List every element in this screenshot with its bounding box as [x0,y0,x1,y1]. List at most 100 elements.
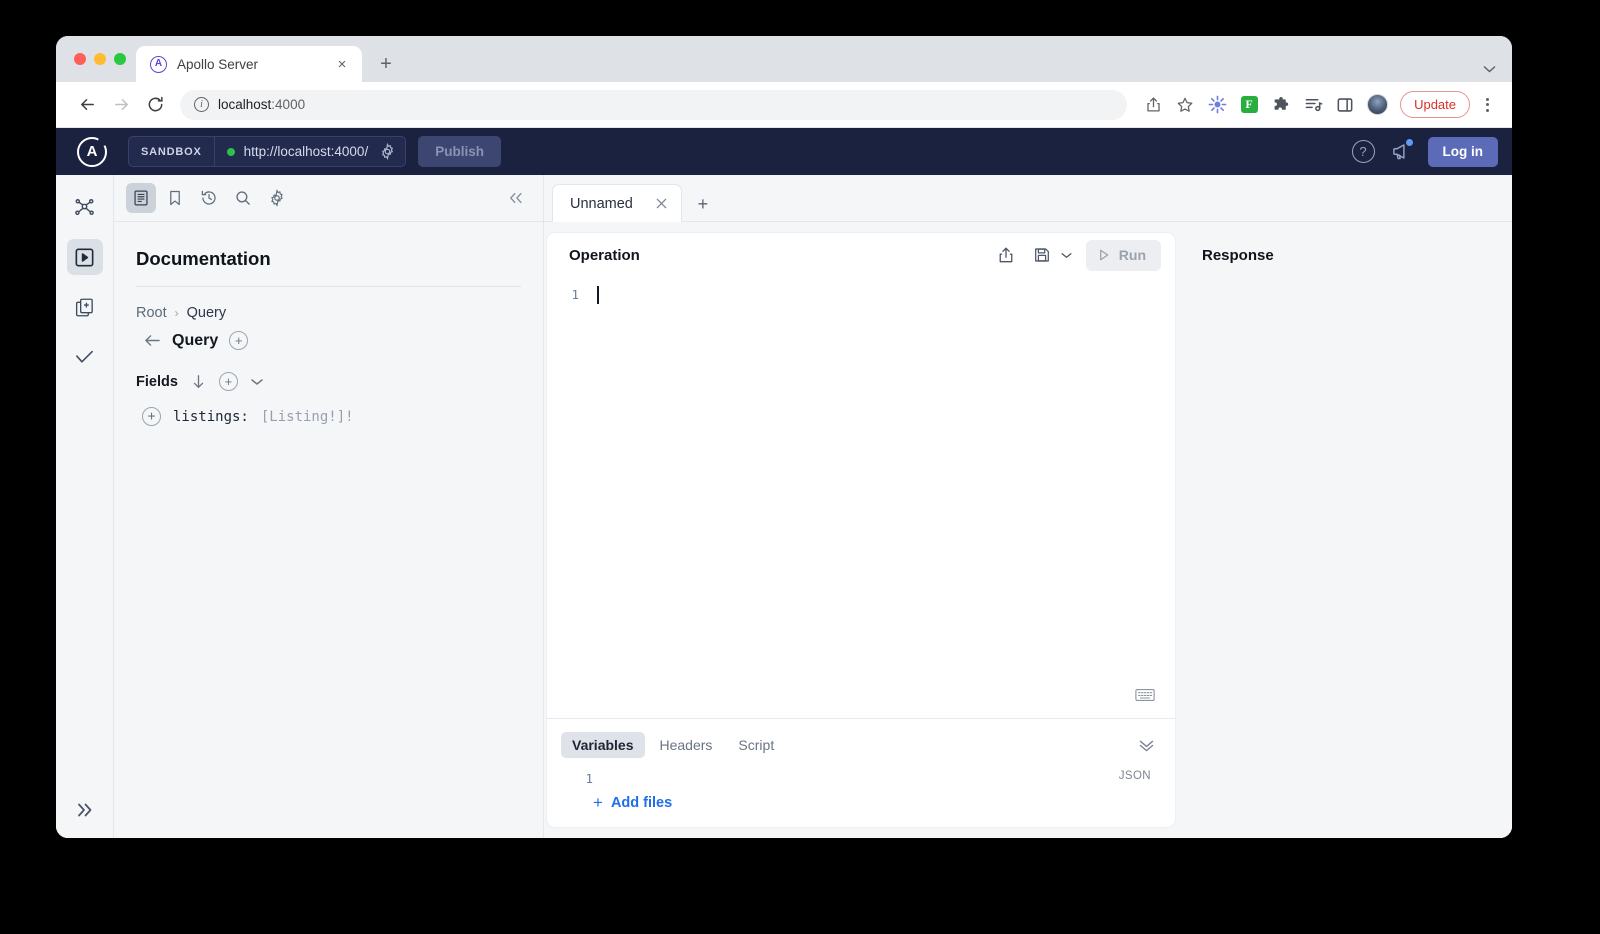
close-tab-icon[interactable]: × [332,54,352,74]
reload-icon[interactable] [140,90,170,120]
publish-button[interactable]: Publish [418,136,501,167]
type-header-row: Query + [144,331,521,350]
variables-format-label: JSON [1118,770,1151,782]
window-traffic-lights [68,36,136,82]
share-icon[interactable] [1139,91,1167,119]
documentation-toolbar [114,175,543,222]
login-button[interactable]: Log in [1427,136,1498,167]
address-bar-url: localhost:4000 [218,97,305,112]
run-button[interactable]: Run [1085,239,1161,271]
operation-actions: Run [991,239,1161,271]
chevron-down-icon[interactable] [251,378,263,386]
profile-avatar[interactable] [1363,91,1391,119]
fields-header-row: Fields + [136,372,521,391]
tab-variables[interactable]: Variables [561,732,645,758]
endpoint-url-field[interactable]: http://localhost:4000/ [215,137,406,166]
notification-badge [1404,138,1414,147]
minimize-window-button[interactable] [94,53,106,65]
browser-menu-icon[interactable] [1476,97,1498,112]
left-nav-rail [56,175,114,838]
back-arrow-icon[interactable] [72,90,102,120]
close-window-button[interactable] [74,53,86,65]
keyboard-shortcuts-icon[interactable] [1135,688,1155,702]
operation-tab-bar: Unnamed + [544,175,1512,222]
puzzle-extension-icon[interactable] [1267,91,1295,119]
explorer-icon[interactable] [66,239,103,275]
schema-graph-icon[interactable] [67,189,103,225]
response-title: Response [1202,247,1274,264]
add-files-button[interactable]: + Add files [593,794,1161,811]
apollo-logo-icon[interactable]: A [56,136,128,167]
f-extension-icon[interactable]: F [1235,91,1263,119]
breadcrumb-separator: › [174,306,179,320]
line-number: 1 [571,287,579,302]
operation-code-editor[interactable]: 1 [547,277,1175,718]
browser-tab[interactable]: A Apollo Server × [136,46,362,82]
breadcrumb-current: Query [186,305,227,321]
toolbar-icons: F Update [1139,91,1498,119]
collapse-docs-panel-icon[interactable] [507,191,525,205]
tab-unnamed[interactable]: Unnamed [552,184,682,222]
forward-arrow-icon [106,90,136,120]
side-panel-icon[interactable] [1331,91,1359,119]
add-all-fields-icon[interactable]: + [218,372,238,391]
endpoint-url-text: http://localhost:4000/ [243,144,369,159]
share-operation-icon[interactable] [991,240,1021,270]
endpoint-settings-gear-icon[interactable] [379,143,396,160]
collapse-variables-icon[interactable] [1138,739,1161,752]
sort-fields-icon[interactable] [191,374,206,390]
close-operation-tab-icon[interactable] [655,197,668,210]
list-item[interactable]: + listings: [Listing!]! [142,407,521,426]
grapes-extension-icon[interactable] [1203,91,1231,119]
documentation-icon[interactable] [126,183,156,213]
tab-script[interactable]: Script [727,732,785,758]
apollo-favicon-icon: A [150,55,167,73]
variables-line-number: 1 [585,771,593,786]
new-tab-button[interactable]: + [371,49,401,79]
response-panel: Response [1176,232,1512,838]
update-button[interactable]: Update [1400,91,1470,118]
sandbox-body: Documentation Root › Query Query + Field… [56,175,1512,838]
variables-editor[interactable]: 1 JSON [561,770,1161,788]
tab-search-chevron-down-icon[interactable] [1483,65,1496,73]
history-icon[interactable] [194,183,224,213]
help-icon[interactable]: ? [1351,140,1375,163]
variables-tabs: Variables Headers Script [561,732,1161,758]
browser-tab-strip: A Apollo Server × + [56,36,1512,82]
add-files-label: Add files [610,794,673,811]
new-operation-tab-button[interactable]: + [688,187,718,221]
add-field-icon[interactable]: + [142,407,161,426]
announcements-megaphone-icon[interactable] [1391,138,1414,162]
text-cursor [597,286,599,304]
site-info-icon[interactable]: i [194,97,209,112]
editor-area: Operation Run 1 Variables Headers Script… [544,222,1512,838]
sandbox-header: A SANDBOX http://localhost:4000/ Publish [56,128,1512,175]
connection-status-dot [226,147,235,156]
field-name: listings: [173,408,249,425]
back-arrow-icon[interactable] [144,333,161,348]
expand-rail-icon[interactable] [75,800,95,820]
settings-icon[interactable] [262,183,292,213]
browser-window: A Apollo Server × + i localhost:4000 F U… [56,36,1512,838]
fields-label: Fields [136,373,178,390]
endpoint-selector[interactable]: SANDBOX http://localhost:4000/ [128,136,407,167]
save-operation-icon[interactable] [1027,240,1057,270]
add-type-to-operation-icon[interactable]: + [229,331,249,350]
schema-diff-icon[interactable] [67,289,103,325]
maximize-window-button[interactable] [114,53,126,65]
breadcrumb-root[interactable]: Root [136,305,167,321]
save-options-chevron-down-icon[interactable] [1061,252,1072,259]
operation-tab-label: Unnamed [570,195,633,212]
search-icon[interactable] [228,183,258,213]
star-icon[interactable] [1171,91,1199,119]
field-type: [Listing!]! [260,408,354,425]
address-bar[interactable]: i localhost:4000 [180,89,1128,120]
tab-headers[interactable]: Headers [649,732,724,758]
reading-list-icon[interactable] [1299,91,1327,119]
type-name: Query [172,331,219,349]
documentation-content: Documentation Root › Query Query + Field… [114,222,543,838]
sandbox-badge: SANDBOX [129,137,215,166]
sandbox-header-right: ? Log in [1351,136,1498,167]
bookmark-icon[interactable] [160,183,190,213]
checks-icon[interactable] [67,339,103,375]
